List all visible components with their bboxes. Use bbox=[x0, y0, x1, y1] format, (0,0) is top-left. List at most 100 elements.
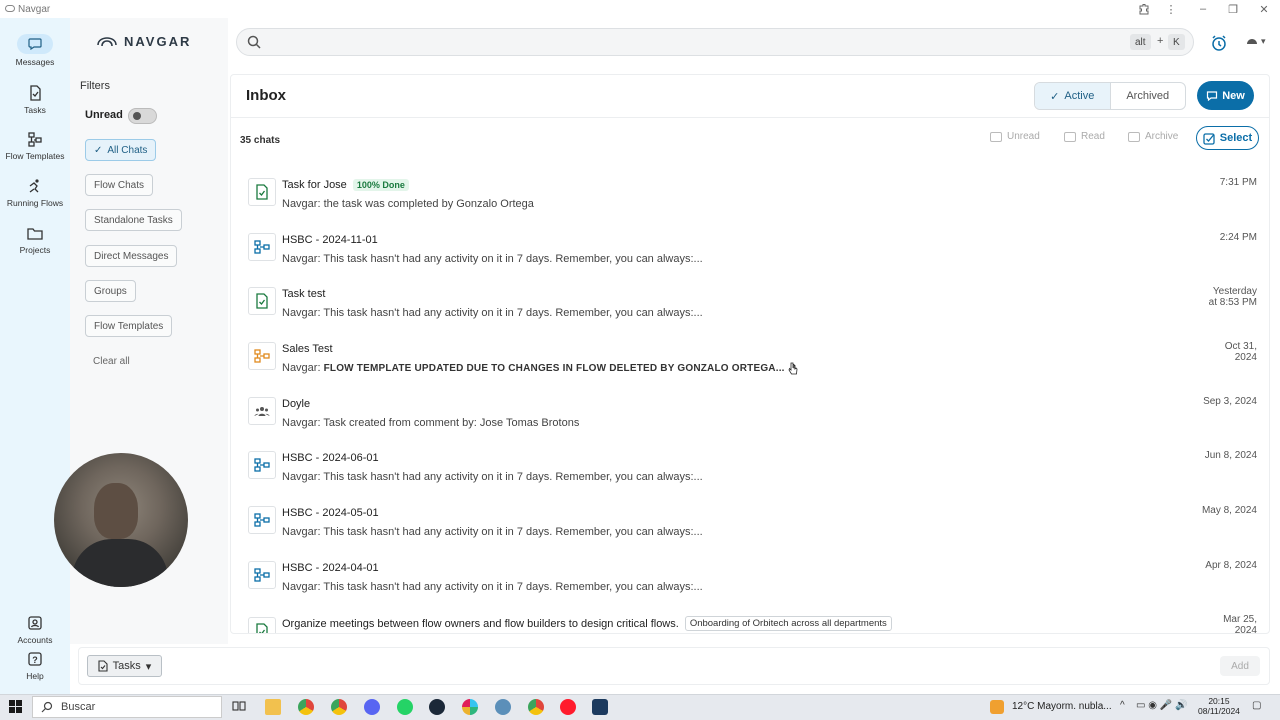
chat-row[interactable]: Organize meetings between flow owners an… bbox=[240, 611, 1260, 633]
filter-chip-standalone-tasks[interactable]: Standalone Tasks bbox=[85, 209, 182, 231]
brand-name: NAVGAR bbox=[124, 34, 192, 49]
chat-time: Oct 31, 2024 bbox=[1225, 341, 1257, 363]
rail-item-messages[interactable]: Messages bbox=[0, 34, 70, 67]
chrome-app-icon[interactable] bbox=[528, 699, 544, 715]
chat-last-message: Navgar: This task hasn't had any activit… bbox=[282, 253, 703, 265]
user-menu[interactable]: ▾ bbox=[1246, 36, 1266, 47]
filter-chip-all-chats[interactable]: ✓ All Chats bbox=[85, 139, 157, 161]
message-icon bbox=[17, 34, 53, 54]
chat-title-text: Task for Jose bbox=[282, 179, 347, 191]
message-prefix: Navgar: bbox=[282, 362, 324, 374]
clear-all-link[interactable]: Clear all bbox=[93, 356, 130, 367]
project-tag[interactable]: Onboarding of Orbitech across all depart… bbox=[684, 616, 892, 631]
select-label: Select bbox=[1219, 132, 1253, 144]
shortcut-key-k: K bbox=[1168, 34, 1185, 50]
notification-icon[interactable]: ▢ bbox=[1252, 700, 1261, 711]
archive-button[interactable]: Archive bbox=[1128, 131, 1178, 142]
rail-item-projects[interactable]: Projects bbox=[0, 224, 70, 255]
more-options-icon[interactable]: ⋮ bbox=[1158, 0, 1184, 18]
search-input[interactable] bbox=[236, 28, 1194, 56]
filter-chip-direct-messages[interactable]: Direct Messages bbox=[85, 245, 178, 267]
chat-row[interactable]: Task test Navgar: This task hasn't had a… bbox=[240, 283, 1260, 337]
filter-chip-flow-chats[interactable]: Flow Chats bbox=[85, 174, 154, 196]
chat-title: HSBC - 2024-06-01 bbox=[282, 452, 379, 464]
mark-unread-button[interactable]: Unread bbox=[990, 131, 1040, 142]
taskbar-clock[interactable]: 20:15 08/11/2024 bbox=[1198, 696, 1240, 716]
rail-item-tasks[interactable]: Tasks bbox=[0, 84, 70, 115]
shortcut-key-alt: alt bbox=[1130, 34, 1151, 50]
steam-icon[interactable] bbox=[429, 699, 445, 715]
help-icon: ? bbox=[28, 652, 42, 666]
window-title: Navgar bbox=[18, 3, 51, 15]
discord-icon[interactable] bbox=[364, 699, 380, 715]
chat-time: Sep 3, 2024 bbox=[1203, 396, 1257, 407]
select-button[interactable]: Select bbox=[1196, 126, 1259, 150]
status-badge: 100% Done bbox=[352, 179, 409, 191]
tab-archived[interactable]: Archived bbox=[1111, 83, 1186, 109]
chat-title: Task for Jose 100% Done bbox=[282, 179, 409, 191]
app-icon[interactable] bbox=[495, 699, 511, 715]
chat-title: HSBC - 2024-05-01 bbox=[282, 507, 379, 519]
filter-chip-flow-templates[interactable]: Flow Templates bbox=[85, 315, 173, 337]
user-avatar-icon bbox=[1247, 38, 1257, 44]
rail-item-help[interactable]: ? Help bbox=[0, 650, 70, 681]
flow-icon bbox=[248, 561, 276, 589]
tray-icons[interactable]: ▭ ◉ 🎤 🔊 bbox=[1136, 700, 1187, 711]
chat-time-line1: Yesterday bbox=[1212, 286, 1257, 297]
taskbar-search[interactable]: Buscar bbox=[32, 696, 222, 718]
file-explorer-icon[interactable] bbox=[265, 699, 281, 715]
close-button[interactable]: ✕ bbox=[1251, 0, 1277, 18]
taskbar-weather[interactable]: 12°C Mayorm. nubla... bbox=[1012, 701, 1112, 712]
rail-item-label: Running Flows bbox=[6, 198, 64, 208]
unread-toggle[interactable] bbox=[128, 108, 157, 124]
chat-time-line1: Jun 8, 2024 bbox=[1204, 450, 1257, 461]
restore-button[interactable]: ❐ bbox=[1220, 0, 1246, 18]
chat-time: May 8, 2024 bbox=[1202, 505, 1257, 516]
chat-row[interactable]: HSBC - 2024-04-01 Navgar: This task hasn… bbox=[240, 557, 1260, 611]
filter-chip-label: Flow Chats bbox=[94, 179, 145, 191]
page-title: Inbox bbox=[246, 87, 286, 104]
chat-time-line1: Apr 8, 2024 bbox=[1205, 560, 1257, 571]
chat-row[interactable]: Doyle Navgar: Task created from comment … bbox=[240, 393, 1260, 447]
chat-row[interactable]: Sales Test Navgar: FLOW TEMPLATE UPDATED… bbox=[240, 338, 1260, 392]
tab-active[interactable]: ✓ Active bbox=[1035, 83, 1111, 109]
task-view-icon[interactable] bbox=[232, 699, 248, 715]
windows-start-icon[interactable] bbox=[9, 700, 22, 713]
chat-time: Jun 8, 2024 bbox=[1205, 450, 1257, 461]
filter-chip-label: Flow Templates bbox=[94, 320, 164, 332]
rail-item-flow-templates[interactable]: Flow Templates bbox=[0, 130, 70, 161]
action-label: Archive bbox=[1145, 131, 1179, 142]
app-logo-icon bbox=[5, 5, 15, 12]
navgar-taskbar-icon[interactable] bbox=[592, 699, 608, 715]
rail-item-accounts[interactable]: Accounts bbox=[0, 614, 70, 645]
rail-item-label: Accounts bbox=[17, 635, 53, 645]
new-button-label: New bbox=[1222, 89, 1245, 102]
new-chat-button[interactable]: New bbox=[1197, 81, 1254, 110]
brand-logo[interactable]: NAVGAR bbox=[96, 34, 191, 49]
chat-title: Organize meetings between flow owners an… bbox=[282, 616, 892, 631]
chat-time: Yesterday at 8:53 PM bbox=[1209, 286, 1257, 308]
chat-row[interactable]: HSBC - 2024-11-01 Navgar: This task hasn… bbox=[240, 229, 1260, 283]
slack-icon[interactable] bbox=[462, 699, 478, 715]
chat-row[interactable]: Task for Jose 100% Done Navgar: the task … bbox=[240, 174, 1260, 228]
chat-row[interactable]: HSBC - 2024-06-01 Navgar: This task hasn… bbox=[240, 447, 1260, 501]
rail-item-running-flows[interactable]: Running Flows bbox=[0, 177, 70, 208]
filter-chip-groups[interactable]: Groups bbox=[85, 280, 136, 302]
chevron-up-icon[interactable]: ^ bbox=[1120, 700, 1125, 711]
chrome-icon[interactable] bbox=[298, 699, 314, 715]
minimize-button[interactable]: – bbox=[1190, 0, 1216, 18]
task-done-icon bbox=[248, 617, 276, 633]
extensions-icon[interactable] bbox=[1131, 0, 1157, 18]
chat-time-line2: at 8:53 PM bbox=[1208, 297, 1257, 308]
chrome-profile-icon[interactable] bbox=[331, 699, 347, 715]
alarm-clock-icon[interactable] bbox=[1210, 34, 1228, 52]
add-button[interactable]: Add bbox=[1220, 656, 1260, 676]
item-type-dropdown[interactable]: Tasks ▾ bbox=[87, 655, 162, 677]
chat-row[interactable]: HSBC - 2024-05-01 Navgar: This task hasn… bbox=[240, 502, 1260, 556]
whatsapp-icon[interactable] bbox=[397, 699, 413, 715]
mark-read-button[interactable]: Read bbox=[1064, 131, 1105, 142]
opera-icon[interactable] bbox=[560, 699, 576, 715]
rail-item-label: Messages bbox=[15, 57, 55, 67]
tab-label: Archived bbox=[1126, 90, 1170, 102]
account-icon bbox=[28, 616, 42, 630]
